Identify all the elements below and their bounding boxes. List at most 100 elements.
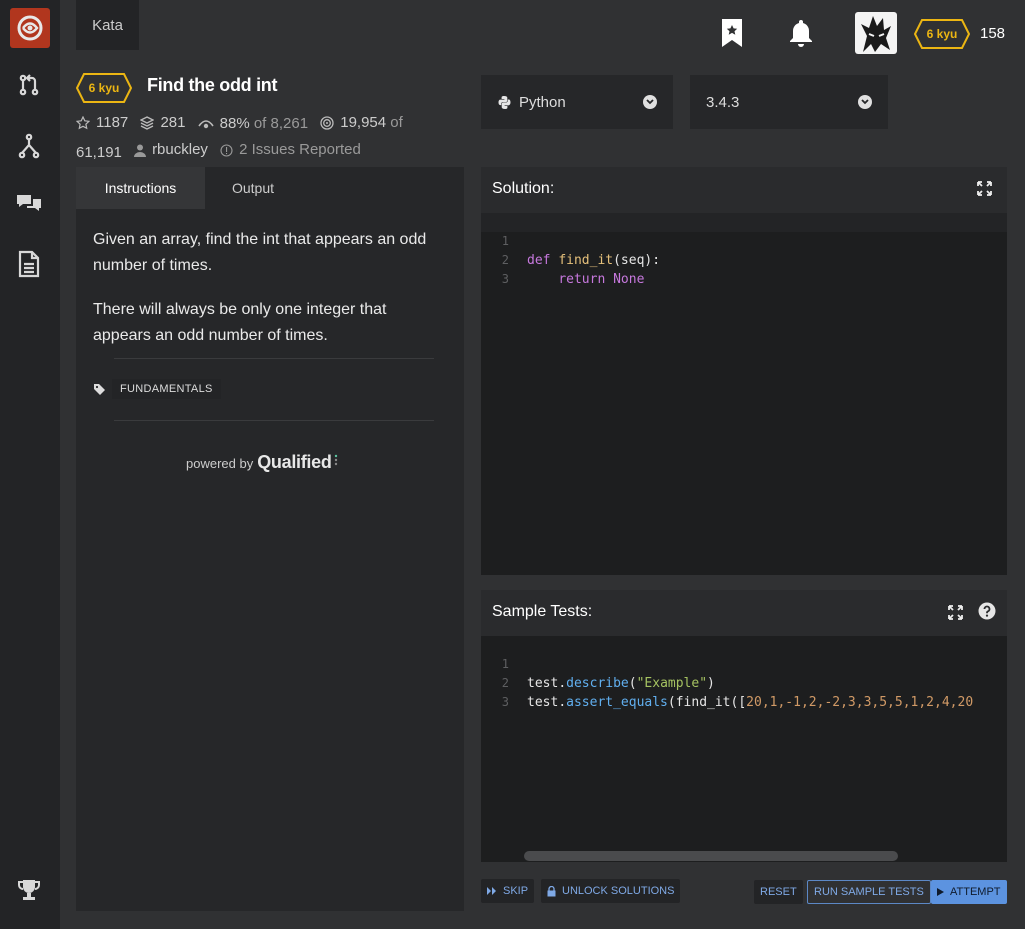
- tab-output[interactable]: Output: [205, 167, 301, 209]
- info-icon: [220, 143, 233, 157]
- tab-instructions[interactable]: Instructions: [76, 167, 205, 209]
- user-icon: [134, 144, 147, 157]
- satisfaction-votes: of 8,261: [253, 115, 309, 132]
- line-number: 3: [501, 695, 509, 709]
- kata-nav-tab[interactable]: Kata: [76, 0, 139, 50]
- user-avatar[interactable]: [855, 12, 897, 54]
- sample-tests-header: Sample Tests:: [481, 590, 1007, 634]
- solution-editor[interactable]: 1 def find_it(seq): 2 return None 3: [481, 213, 1007, 575]
- kata-nav-label: Kata: [92, 16, 123, 34]
- chat-icon[interactable]: [14, 188, 44, 218]
- language-select[interactable]: Python: [481, 75, 673, 129]
- description-paragraph: There will always be only one integer th…: [93, 301, 387, 344]
- eye-icon: [197, 120, 214, 129]
- lock-icon: [547, 885, 556, 896]
- reset-button[interactable]: RESET: [754, 880, 803, 904]
- divider: [114, 420, 434, 421]
- unlock-solutions-button[interactable]: UNLOCK SOLUTIONS: [541, 879, 681, 903]
- divider: [114, 358, 434, 359]
- author-name: rbuckley: [152, 141, 208, 158]
- code-line: 1 test.describe("Example"): [481, 636, 1007, 691]
- horizontal-scrollbar[interactable]: [524, 851, 898, 861]
- document-icon[interactable]: [14, 249, 44, 279]
- python-icon: [498, 95, 511, 109]
- version-value: 3.4.3: [706, 93, 740, 111]
- skip-icon: [487, 887, 496, 895]
- left-sidebar: [0, 0, 60, 929]
- trophy-icon[interactable]: [14, 875, 44, 905]
- solution-header: Solution:: [481, 167, 1007, 211]
- code-text: test: [527, 695, 559, 710]
- attempt-label: ATTEMPT: [950, 886, 1001, 898]
- bell-icon[interactable]: [786, 17, 816, 49]
- satisfaction-percent: 88%: [219, 115, 250, 132]
- chevron-down-icon: [858, 95, 872, 109]
- kata-rank-text: 6 kyu: [89, 81, 120, 95]
- chevron-down-icon: [643, 95, 657, 109]
- powered-by-qualified[interactable]: powered by Qualified: [186, 452, 338, 473]
- line-number: 3: [501, 272, 509, 286]
- expand-icon[interactable]: [977, 181, 992, 196]
- instructions-panel: Instructions Output Given an array, find…: [76, 167, 464, 911]
- qualified-logo: Qualified: [257, 452, 332, 472]
- pull-request-icon[interactable]: [14, 70, 44, 100]
- skip-button[interactable]: SKIP: [481, 879, 535, 903]
- total-attempts: 61,191: [76, 141, 122, 165]
- reset-label: RESET: [760, 886, 797, 898]
- code-text: None: [613, 272, 645, 287]
- qualified-dots-icon: [334, 454, 337, 466]
- code-line: 1 def find_it(seq):: [481, 213, 1007, 268]
- instruction-tabs: Instructions Output: [76, 167, 464, 209]
- stack-icon: [140, 116, 155, 130]
- play-icon: [937, 888, 944, 896]
- run-tests-label: RUN SAMPLE TESTS: [814, 886, 924, 898]
- collections-stat[interactable]: 281: [140, 111, 185, 135]
- user-rank-badge: 6 kyu: [914, 19, 970, 49]
- tag-fundamentals[interactable]: FUNDAMENTALS: [112, 379, 221, 399]
- bookmark-icon[interactable]: [718, 17, 746, 49]
- tag-icon: [94, 383, 105, 395]
- solution-panel: Solution: 1 def find_it(seq): 2 return N…: [481, 167, 1007, 575]
- honor-count: 158: [980, 25, 1006, 42]
- sample-tests-panel: Sample Tests: 1 test.describe("Example")…: [481, 590, 1007, 862]
- fork-icon[interactable]: [14, 131, 44, 161]
- run-sample-tests-button[interactable]: RUN SAMPLE TESTS: [807, 880, 931, 904]
- help-icon[interactable]: [978, 602, 996, 620]
- unlock-label: UNLOCK SOLUTIONS: [562, 885, 675, 897]
- sample-tests-editor[interactable]: 1 test.describe("Example") 2 test.assert…: [481, 636, 1007, 862]
- user-rank-text: 6 kyu: [927, 27, 958, 41]
- sample-tests-title: Sample Tests:: [492, 603, 593, 620]
- skip-label: SKIP: [503, 885, 529, 897]
- completed-stat: 19,954 of: [320, 111, 403, 135]
- kata-rank-badge: 6 kyu: [76, 73, 132, 103]
- code-text: .: [558, 695, 567, 710]
- description-paragraph: Given an array, find the int that appear…: [93, 231, 427, 274]
- code-number-list: 20,1,-1,2,-2,3,3,5,5,1,2,4,20: [746, 695, 974, 710]
- issues-stat[interactable]: 2 Issues Reported: [220, 138, 361, 162]
- version-select[interactable]: 3.4.3: [690, 75, 888, 129]
- kata-title: Find the odd int: [147, 75, 278, 95]
- issues-text: 2 Issues Reported: [239, 141, 361, 158]
- stars-stat[interactable]: 1187: [76, 111, 128, 135]
- satisfaction-stat: 88% of 8,261: [197, 112, 309, 136]
- tag-row: FUNDAMENTALS: [93, 378, 221, 400]
- code-method: assert_equals: [566, 695, 668, 710]
- language-value: Python: [519, 93, 566, 111]
- kata-description: Given an array, find the int that appear…: [93, 227, 443, 367]
- code-line: 2 test.assert_equals(find_it([20,1,-1,2,…: [481, 655, 1007, 710]
- completed-count: 19,954: [340, 114, 387, 131]
- codewars-logo[interactable]: [10, 8, 50, 48]
- attempt-button[interactable]: ATTEMPT: [931, 880, 1007, 904]
- stars-count: 1187: [96, 114, 129, 131]
- code-line: 3: [481, 251, 1007, 286]
- author-stat[interactable]: rbuckley: [134, 138, 208, 162]
- code-text: (find_it([: [667, 695, 747, 710]
- expand-icon[interactable]: [948, 605, 963, 620]
- target-icon: [320, 116, 334, 130]
- code-line: 3: [481, 674, 1007, 709]
- solution-title: Solution:: [492, 180, 555, 197]
- completed-of: of: [390, 114, 403, 131]
- collections-count: 281: [160, 114, 186, 131]
- total-attempts-count: 61,191: [76, 143, 122, 161]
- code-line: 2 return None: [481, 232, 1007, 287]
